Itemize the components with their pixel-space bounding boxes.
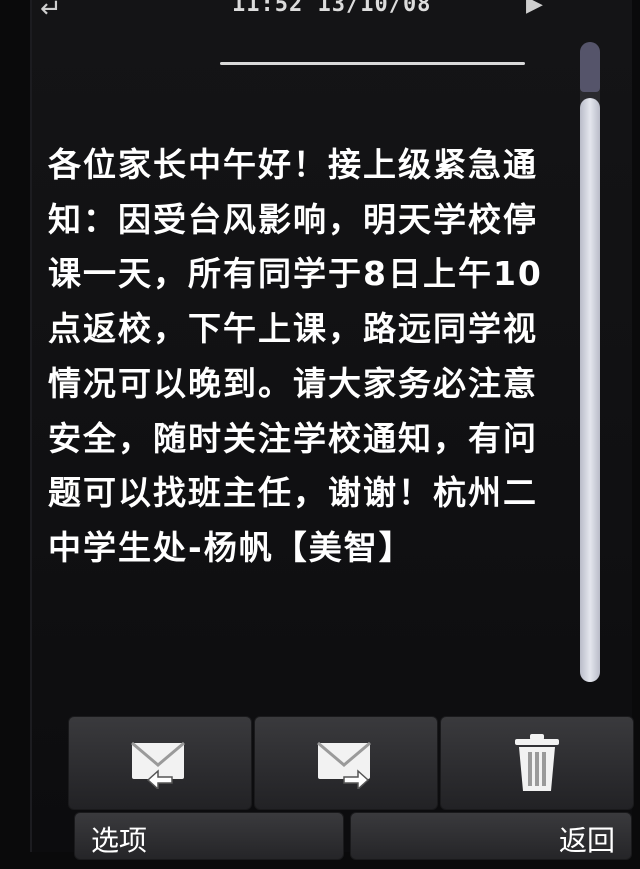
scrollbar[interactable] xyxy=(580,42,600,682)
softkey-bar: 选项 返回 xyxy=(74,812,632,860)
delete-button[interactable] xyxy=(440,716,634,810)
indicator-icon: ▶ xyxy=(526,0,543,17)
forward-mail-icon xyxy=(317,741,371,789)
clock: 11:52 13/10/08 xyxy=(232,0,432,17)
scrollbar-thumb[interactable] xyxy=(580,98,600,682)
phone-screen: ↵ 11:52 13/10/08 ▶ 各位家长中午好！接上级紧急通知：因受台风影… xyxy=(30,0,634,860)
status-bar: ↵ 11:52 13/10/08 ▶ xyxy=(32,0,632,30)
back-arrow-icon[interactable]: ↵ xyxy=(40,0,62,24)
reply-mail-icon xyxy=(131,741,185,789)
trash-icon xyxy=(515,734,559,791)
forward-button[interactable] xyxy=(254,716,438,810)
back-softkey[interactable]: 返回 xyxy=(350,812,632,860)
options-softkey[interactable]: 选项 xyxy=(74,812,344,860)
scrollbar-track-top xyxy=(580,42,600,92)
message-toolbar xyxy=(68,716,634,810)
reply-button[interactable] xyxy=(68,716,252,810)
header-divider xyxy=(220,62,525,65)
message-body: 各位家长中午好！接上级紧急通知：因受台风影响，明天学校停课一天，所有同学于8日上… xyxy=(48,145,543,567)
